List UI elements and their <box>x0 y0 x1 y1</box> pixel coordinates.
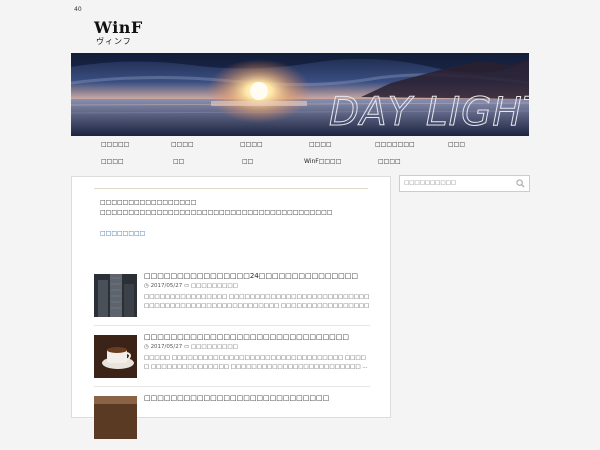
intro-line-1: □□□□□□□□□□□□□□□□□ <box>100 199 197 206</box>
post-meta: ◷ 2017/05/27 ▭ □□□□□□□□□ <box>144 283 238 289</box>
visitor-count: 40 <box>74 6 82 13</box>
nav-item-5[interactable]: □□□□□□□ <box>375 141 415 148</box>
post-date: 2017/05/27 <box>150 283 183 289</box>
post-separator <box>94 386 370 387</box>
post-item[interactable]: □□□□□□□□□□□□□□□□□□□□□□□□□□□□□□□ ◷ 2017/0… <box>94 333 370 389</box>
search-input[interactable] <box>404 178 508 188</box>
post-item[interactable]: □□□□□□□□□□□□□□□□□□□□□□□□□□□□ <box>94 394 370 450</box>
header-banner[interactable]: DAY LIGHT <box>71 53 529 136</box>
intro-link[interactable]: □□□□□□□□ <box>100 230 145 237</box>
post-thumbnail[interactable] <box>94 335 137 378</box>
nav-item-7[interactable]: □□□□ <box>101 158 124 165</box>
nav-item-2[interactable]: □□□□ <box>171 141 194 148</box>
search-box <box>399 175 530 192</box>
nav-item-6[interactable]: □□□ <box>448 141 465 148</box>
post-separator <box>94 325 370 326</box>
nav-item-winf[interactable]: WinF□□□□ <box>304 158 341 165</box>
post-category[interactable]: □□□□□□□□□ <box>191 344 238 350</box>
logo-main-text: WinF <box>94 18 143 37</box>
post-meta: ◷ 2017/05/27 ▭ □□□□□□□□□ <box>144 344 238 350</box>
post-date: 2017/05/27 <box>150 344 183 350</box>
banner-image: DAY LIGHT <box>71 53 529 136</box>
post-excerpt: □□□□□□□□□□□□□□□□ □□□□□□□□□□□□□□□□□□□□□□□… <box>144 294 370 309</box>
site-logo[interactable]: WinF ヴィンフ <box>78 18 158 46</box>
post-item[interactable]: □□□□□□□□□□□□□□□□24□□□□□□□□□□□□□□□ ◷ 2017… <box>94 272 370 328</box>
nav-item-9[interactable]: □□ <box>242 158 253 165</box>
nav-item-10[interactable]: □□□□ <box>378 158 401 165</box>
nav-item-3[interactable]: □□□□ <box>240 141 263 148</box>
clock-icon: ◷ <box>144 283 149 289</box>
content-divider <box>94 188 368 189</box>
nav-item-8[interactable]: □□ <box>173 158 184 165</box>
search-icon[interactable] <box>516 179 525 188</box>
folder-icon: ▭ <box>184 344 190 350</box>
post-excerpt: □□□□□ □□□□□□□□□□□□□□□□□□□□□□□□□□□□□□□□□ … <box>144 355 368 370</box>
post-thumbnail[interactable] <box>94 274 137 317</box>
post-category[interactable]: □□□□□□□□□ <box>191 283 238 289</box>
post-title[interactable]: □□□□□□□□□□□□□□□□□□□□□□□□□□□□ <box>144 394 329 402</box>
post-title[interactable]: □□□□□□□□□□□□□□□□24□□□□□□□□□□□□□□□ <box>144 272 358 280</box>
folder-icon: ▭ <box>184 283 190 289</box>
nav-item-1[interactable]: □□□□□ <box>101 141 129 148</box>
logo-sub-text: ヴィンフ <box>96 37 132 46</box>
post-title[interactable]: □□□□□□□□□□□□□□□□□□□□□□□□□□□□□□□ <box>144 333 349 341</box>
nav-item-4[interactable]: □□□□ <box>309 141 332 148</box>
main-content: □□□□□□□□□□□□□□□□□ □□□□□□□□□□□□□□□□□□□□□□… <box>71 176 391 439</box>
clock-icon: ◷ <box>144 344 149 350</box>
post-thumbnail[interactable] <box>94 396 137 439</box>
intro-line-2: □□□□□□□□□□□□□□□□□□□□□□□□□□□□□□□□□□□□□□□□… <box>100 209 333 216</box>
banner-text: DAY LIGHT <box>329 90 529 135</box>
